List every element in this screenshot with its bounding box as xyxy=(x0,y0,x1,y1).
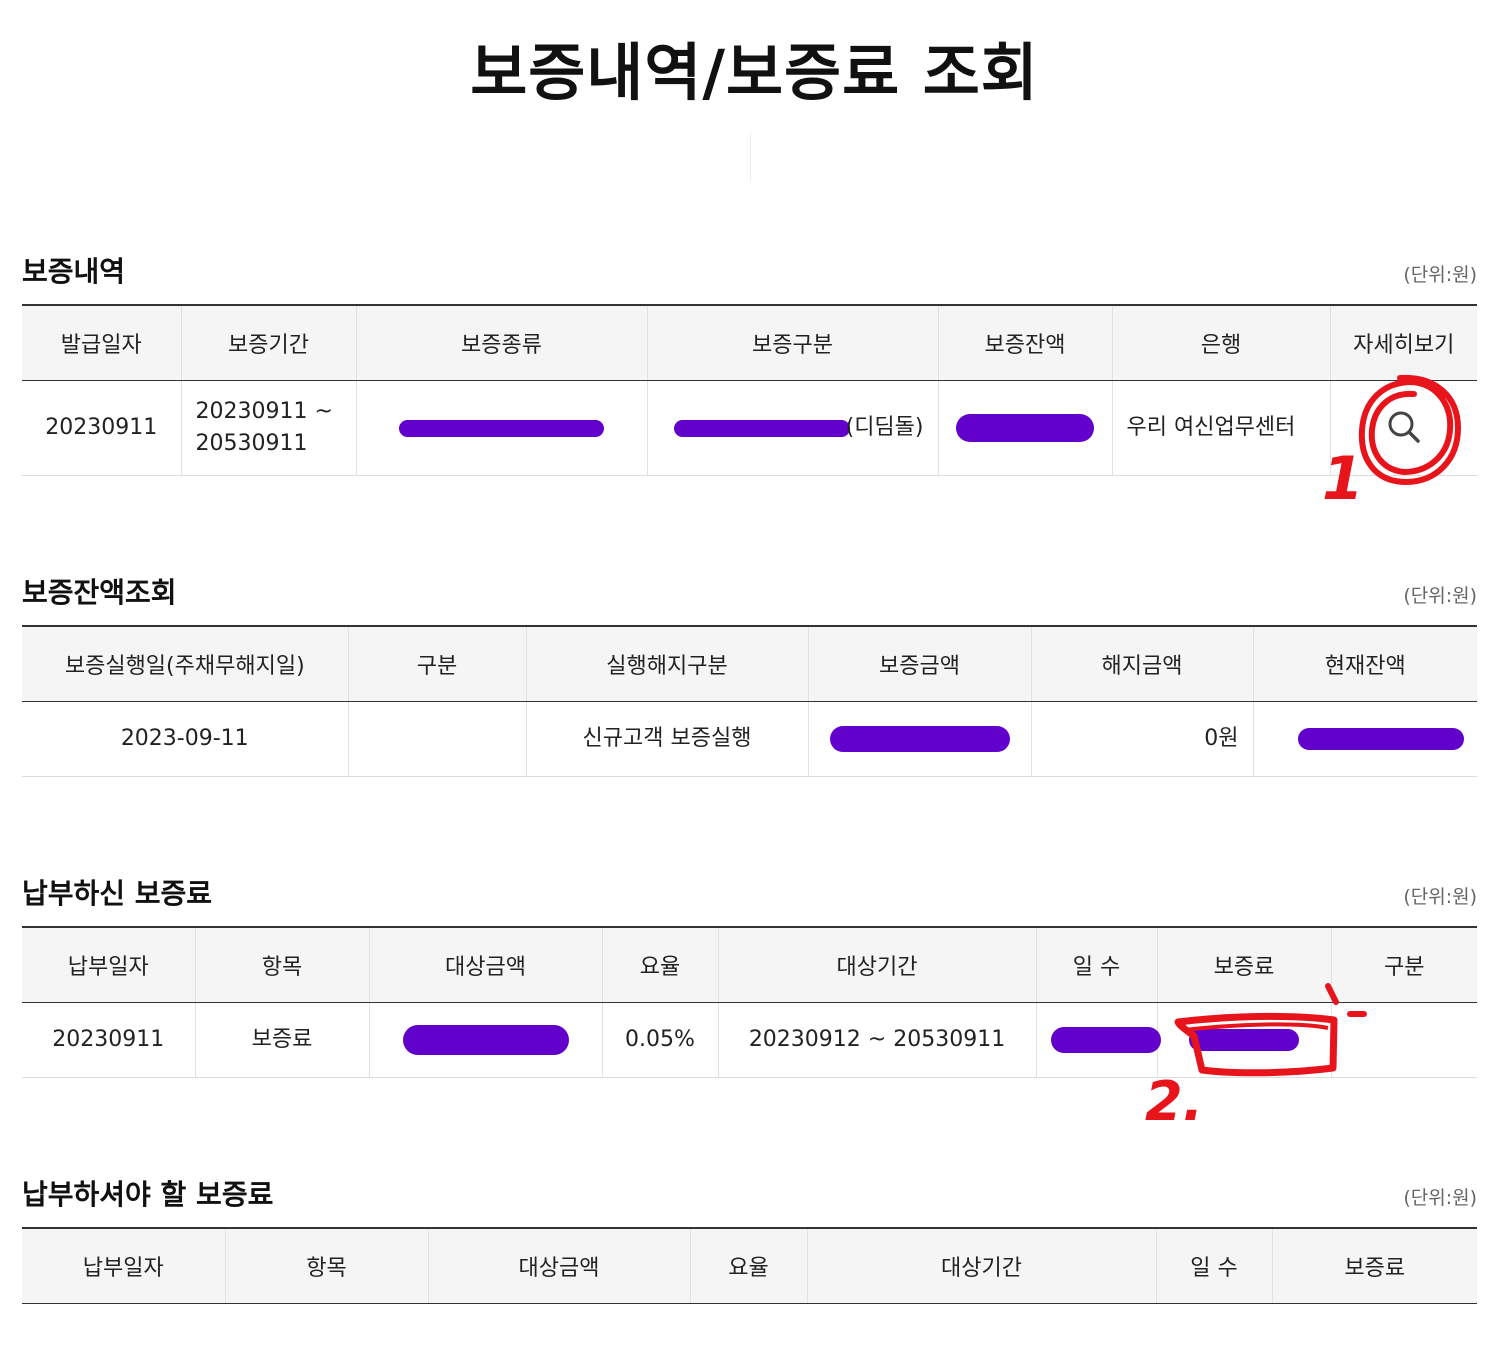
guarantee-history-section: 보증내역 (단위:원) 발급일자 보증기간 보증종류 보증구분 보증잔액 은행 … xyxy=(22,250,1477,476)
column-header: 요율 xyxy=(689,1228,807,1304)
target-amount-cell xyxy=(368,1002,602,1078)
guarantee-amount-cell xyxy=(807,701,1031,777)
balance-inquiry-table: 보증실행일(주채무해지일) 구분 실행해지구분 보증금액 해지금액 현재잔액 2… xyxy=(22,625,1477,777)
due-fees-section: 납부하셔야 할 보증료 (단위:원) 납부일자 항목 대상금액 요율 대상기간 … xyxy=(22,1173,1477,1304)
search-icon xyxy=(1388,411,1420,443)
column-header: 납부일자 xyxy=(22,1228,225,1304)
unit-label: (단위:원) xyxy=(1403,585,1477,607)
section-title-balance-inquiry: 보증잔액조회 xyxy=(22,576,177,609)
table-header-row: 납부일자 항목 대상금액 요율 대상기간 일 수 보증료 구분 xyxy=(22,927,1477,1003)
unit-label: (단위:원) xyxy=(1403,264,1477,286)
column-header: 보증료 xyxy=(1271,1228,1477,1304)
column-header: 자세히보기 xyxy=(1329,305,1477,381)
category-cell xyxy=(347,701,526,777)
section-title-guarantee-history: 보증내역 xyxy=(22,255,126,288)
section-title-due-fees: 납부하셔야 할 보증료 xyxy=(22,1178,274,1211)
guarantee-category-cell: (디딤돌) xyxy=(646,380,938,476)
execution-date-cell: 2023-09-11 xyxy=(22,701,348,777)
bank-cell: 우리 여신업무센터 xyxy=(1111,380,1330,476)
guarantee-history-table: 발급일자 보증기간 보증종류 보증구분 보증잔액 은행 자세히보기 202309… xyxy=(22,304,1477,476)
column-header: 구분 xyxy=(347,626,526,702)
rate-cell: 0.05% xyxy=(601,1002,718,1078)
redaction-mark xyxy=(1050,1027,1161,1053)
column-header: 해지금액 xyxy=(1030,626,1253,702)
balance-inquiry-section: 보증잔액조회 (단위:원) 보증실행일(주채무해지일) 구분 실행해지구분 보증… xyxy=(22,571,1477,777)
column-header: 항목 xyxy=(224,1228,428,1304)
table-row: 2023-09-11 신규고객 보증실행 0원 xyxy=(22,701,1477,777)
paid-fees-table: 납부일자 항목 대상금액 요율 대상기간 일 수 보증료 구분 20230911… xyxy=(22,926,1477,1078)
column-header: 보증금액 xyxy=(807,626,1031,702)
redaction-mark xyxy=(829,726,1010,752)
due-fees-table: 납부일자 항목 대상금액 요율 대상기간 일 수 보증료 xyxy=(22,1227,1477,1304)
issue-date-cell: 20230911 xyxy=(22,380,181,476)
current-balance-cell xyxy=(1252,701,1477,777)
guarantee-type-cell xyxy=(355,380,647,476)
column-header: 보증잔액 xyxy=(937,305,1112,381)
exec-cancel-type-cell: 신규고객 보증실행 xyxy=(525,701,808,777)
column-header: 구분 xyxy=(1330,927,1477,1003)
unit-label: (단위:원) xyxy=(1403,1187,1477,1209)
pay-date-cell: 20230911 xyxy=(22,1002,195,1078)
column-header: 보증종류 xyxy=(355,305,647,381)
cancel-amount-cell: 0원 xyxy=(1030,701,1253,777)
column-header: 요율 xyxy=(601,927,718,1003)
period-cell: 20230911 ~20530911 xyxy=(180,380,356,476)
item-cell: 보증료 xyxy=(194,1002,369,1078)
column-header: 보증실행일(주채무해지일) xyxy=(22,626,348,702)
redaction-mark xyxy=(673,419,850,437)
redaction-mark xyxy=(1297,728,1464,750)
table-header-row: 납부일자 항목 대상금액 요율 대상기간 일 수 보증료 xyxy=(22,1228,1477,1304)
category-suffix: (디딤돌) xyxy=(845,415,924,440)
column-header: 납부일자 xyxy=(22,927,195,1003)
redaction-mark xyxy=(1189,1029,1299,1051)
column-header: 현재잔액 xyxy=(1252,626,1477,702)
target-period-cell: 20230912 ~ 20530911 xyxy=(717,1002,1036,1078)
column-header: 대상금액 xyxy=(427,1228,690,1304)
category-cell xyxy=(1330,1002,1477,1078)
table-row: 20230911 보증료 0.05% 20230912 ~ 20530911 xyxy=(22,1002,1477,1078)
annotation-marker-2: 2. xyxy=(1145,1070,1204,1133)
redaction-mark xyxy=(402,1025,569,1055)
divider xyxy=(750,133,751,181)
column-header: 은행 xyxy=(1111,305,1330,381)
detail-cell xyxy=(1329,380,1477,476)
section-title-paid-fees: 납부하신 보증료 xyxy=(22,877,213,910)
column-header: 항목 xyxy=(194,927,369,1003)
page-title: 보증내역/보증료 조회 xyxy=(470,36,1039,109)
table-row: 20230911 20230911 ~20530911 (디딤돌) 우리 여신업… xyxy=(22,380,1477,476)
column-header: 일 수 xyxy=(1035,927,1157,1003)
detail-view-button[interactable] xyxy=(1381,405,1427,451)
column-header: 실행해지구분 xyxy=(525,626,808,702)
column-header: 보증기간 xyxy=(180,305,356,381)
days-cell xyxy=(1035,1002,1161,1078)
column-header: 일 수 xyxy=(1155,1228,1272,1304)
column-header: 발급일자 xyxy=(22,305,181,381)
column-header: 보증구분 xyxy=(646,305,938,381)
column-header: 대상금액 xyxy=(368,927,602,1003)
redaction-mark xyxy=(399,419,604,437)
fee-cell xyxy=(1156,1002,1331,1078)
column-header: 대상기간 xyxy=(806,1228,1156,1304)
table-header-row: 발급일자 보증기간 보증종류 보증구분 보증잔액 은행 자세히보기 xyxy=(22,305,1477,381)
unit-label: (단위:원) xyxy=(1403,886,1477,908)
balance-cell xyxy=(937,380,1112,476)
paid-fees-section: 납부하신 보증료 (단위:원) 납부일자 항목 대상금액 요율 대상기간 일 수… xyxy=(22,872,1477,1078)
column-header: 대상기간 xyxy=(717,927,1036,1003)
table-header-row: 보증실행일(주채무해지일) 구분 실행해지구분 보증금액 해지금액 현재잔액 xyxy=(22,626,1477,702)
redaction-mark xyxy=(956,414,1094,442)
column-header: 보증료 xyxy=(1156,927,1331,1003)
